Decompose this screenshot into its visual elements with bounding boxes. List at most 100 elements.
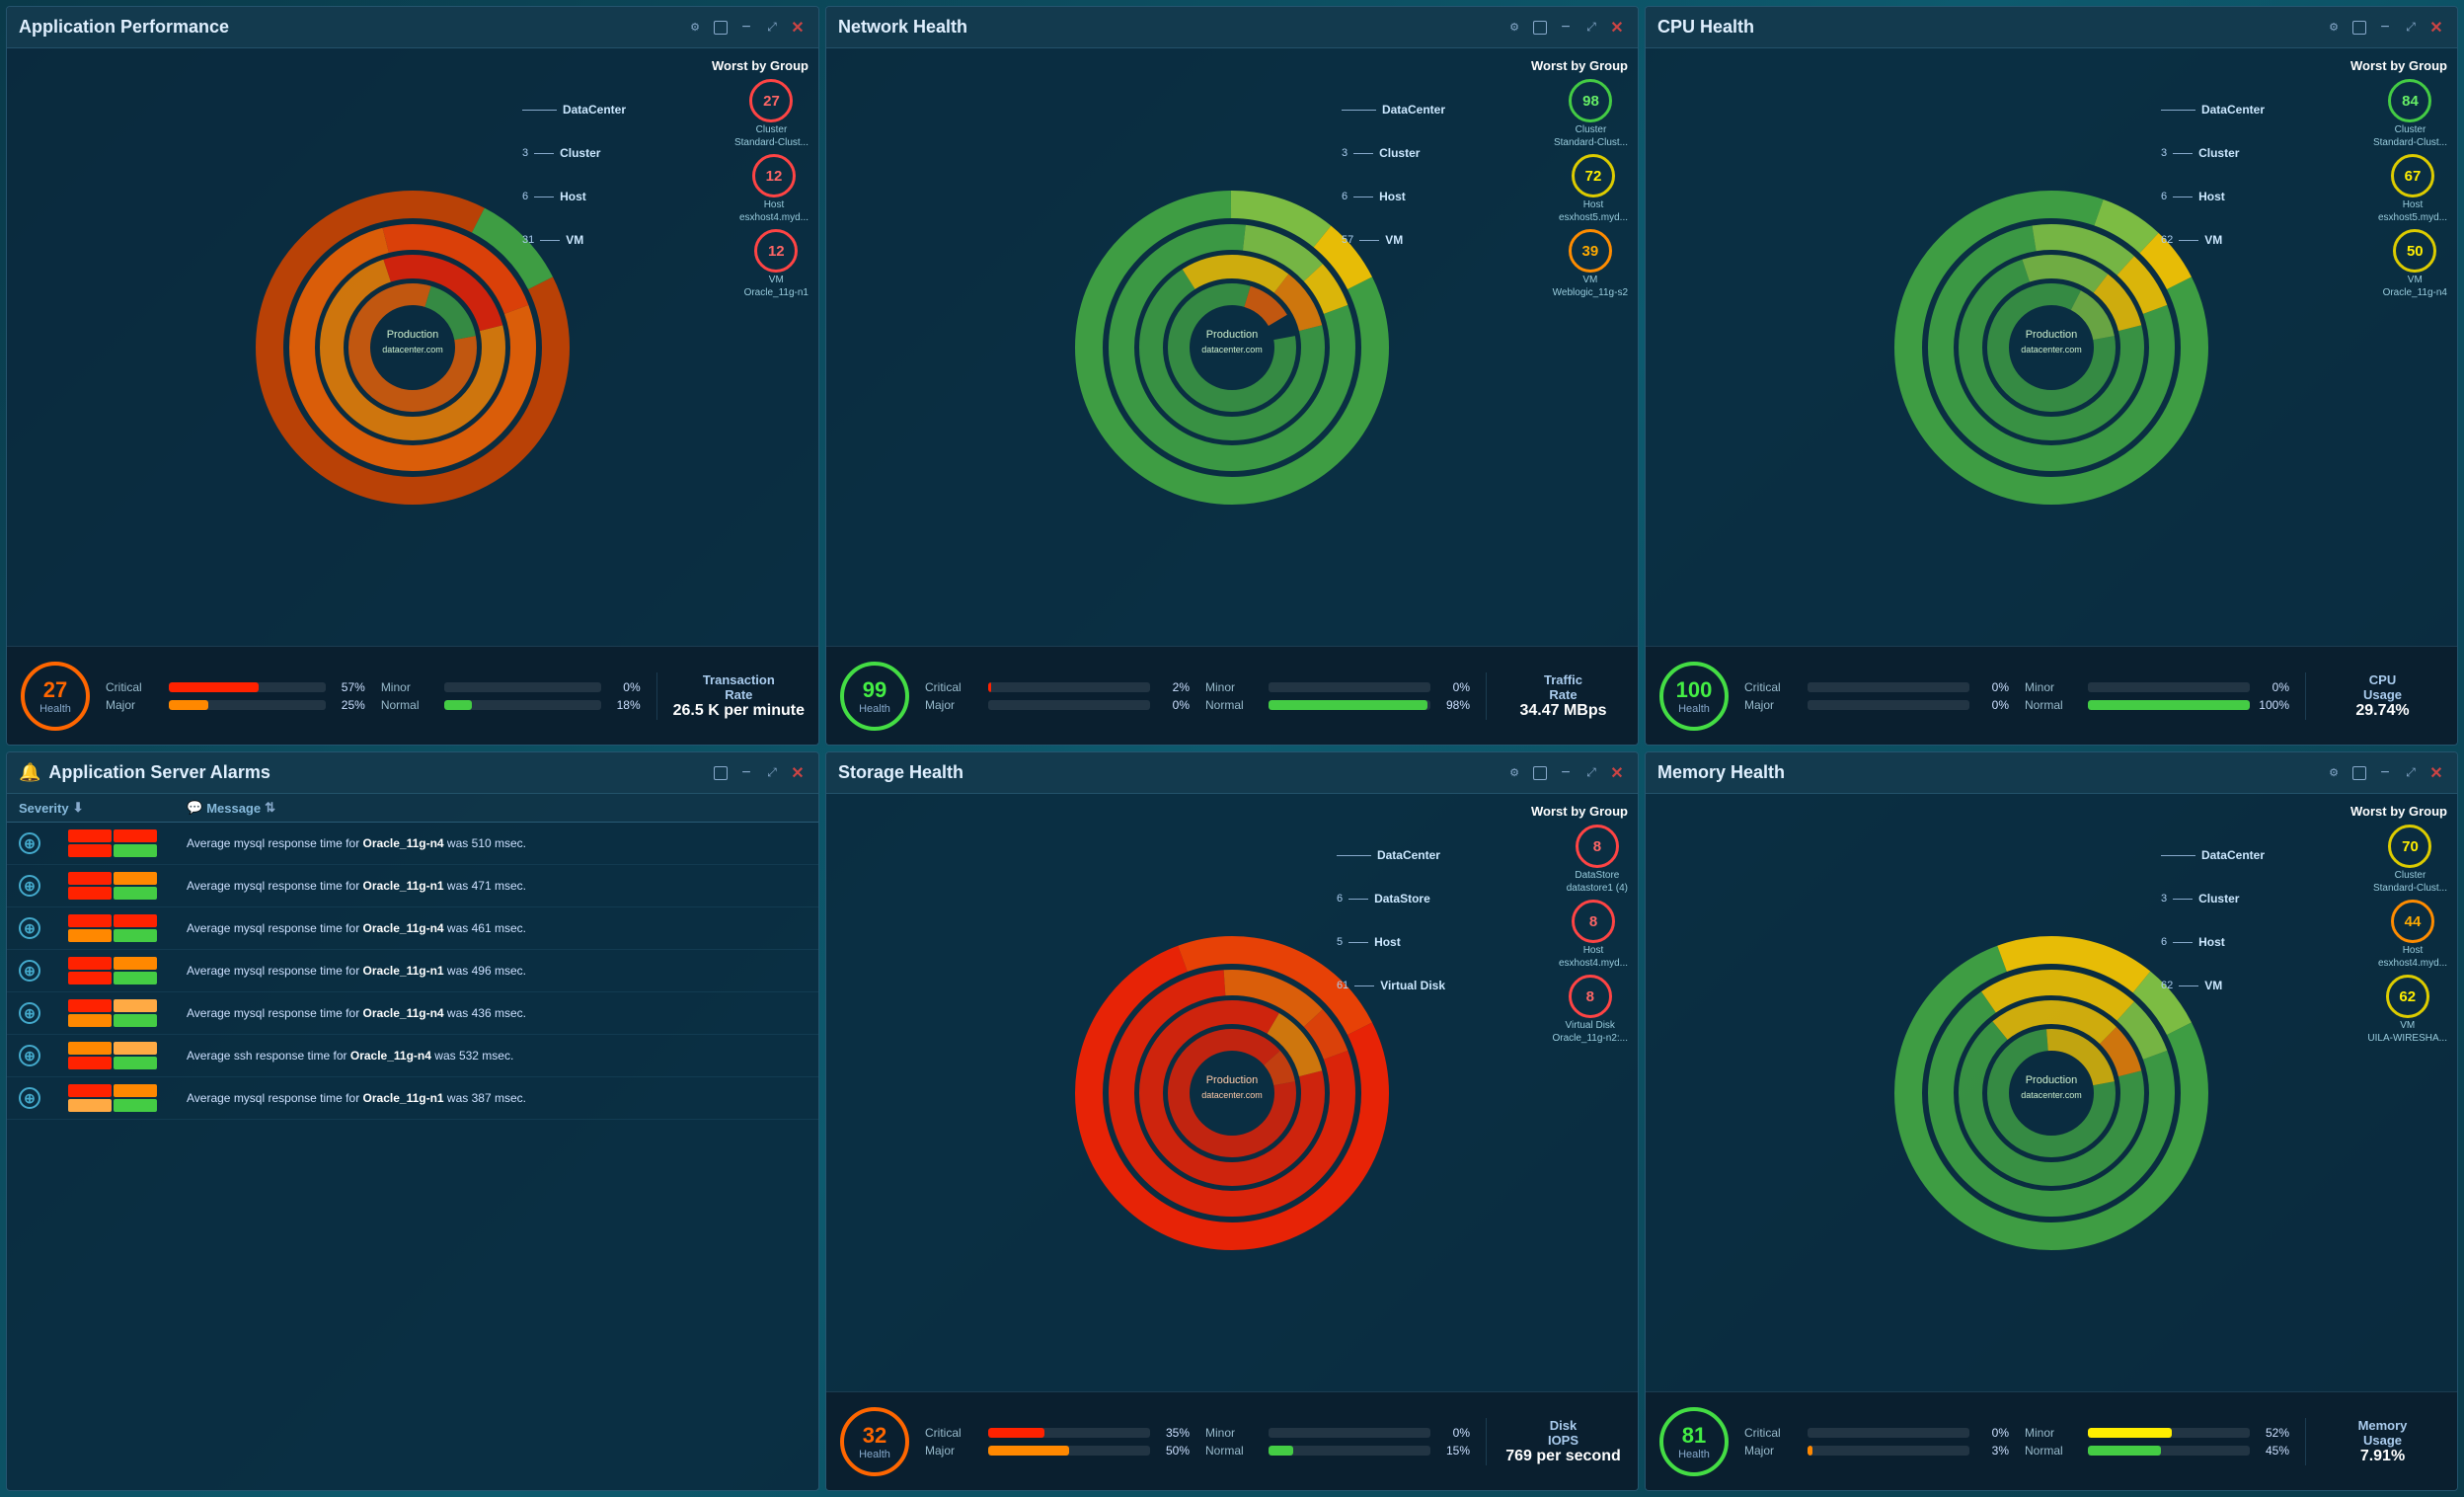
- cpu-minimize-icon[interactable]: −: [2376, 19, 2394, 37]
- wbg-net-host: 72 Host esxhost5.myd...: [1559, 154, 1628, 223]
- stor-sev-minor-pct: 0%: [1436, 1426, 1470, 1440]
- sev-cell-7-a: [68, 1084, 112, 1097]
- storage-expand-icon[interactable]: ⤢: [1582, 764, 1600, 782]
- cpu-sev-major-bg: [1808, 700, 1969, 710]
- cpu-metric-label: CPUUsage: [2363, 672, 2402, 702]
- square-icon[interactable]: [712, 19, 730, 37]
- cpu-gear-icon[interactable]: ⚙: [2325, 19, 2343, 37]
- wbg-mem-cluster-name: Standard-Clust...: [2373, 883, 2447, 894]
- wbg-stor-vd-badge: 8: [1569, 975, 1612, 1018]
- cpu-hier-cluster-label: Cluster: [2198, 146, 2239, 160]
- minimize-icon[interactable]: −: [737, 19, 755, 37]
- wbg-mem-host-type: Host: [2403, 945, 2424, 956]
- cpu-sev-critical-pct: 0%: [1975, 680, 2009, 694]
- sev-cell-5-a: [68, 999, 112, 1012]
- cpu-health-circle: 100 Health: [1659, 662, 1729, 731]
- alarm-icon-5: ⊕: [19, 1002, 40, 1024]
- wbg-stor-host-type: Host: [1583, 945, 1604, 956]
- wbg-cluster-sublabel: Cluster: [756, 124, 788, 135]
- memory-gear-icon[interactable]: ⚙: [2325, 764, 2343, 782]
- gear-icon[interactable]: ⚙: [686, 19, 704, 37]
- sev-cell-3-b: [114, 914, 157, 927]
- cpu-sev-normal-fill: [2088, 700, 2250, 710]
- alarms-header: 🔔 Application Server Alarms − ⤢ ✕: [7, 752, 818, 794]
- storage-minimize-icon[interactable]: −: [1557, 764, 1575, 782]
- stor-sev-minor-label: Minor: [1205, 1426, 1263, 1440]
- sev-cell-1-critical: [68, 829, 112, 842]
- hier-datacenter: DataCenter: [522, 103, 626, 117]
- storage-close-icon[interactable]: ✕: [1608, 764, 1626, 782]
- wbg-mem-vm: 62 VM UILA-WIRESHA...: [2367, 975, 2447, 1044]
- close-icon[interactable]: ✕: [789, 19, 807, 37]
- net-hier-dc-label: DataCenter: [1382, 103, 1445, 117]
- storage-panel-controls: ⚙ − ⤢ ✕: [1505, 764, 1626, 782]
- net-hier-vm-label: VM: [1385, 233, 1403, 247]
- mem-hier-vm-num: 62: [2161, 980, 2173, 991]
- sev-normal-row: Normal 18%: [381, 698, 641, 712]
- storage-gear-icon[interactable]: ⚙: [1505, 764, 1523, 782]
- cpu-expand-icon[interactable]: ⤢: [2402, 19, 2420, 37]
- mem-metric-box: MemoryUsage 7.91%: [2305, 1418, 2443, 1465]
- wbg-cpu-cluster-type: Cluster: [2395, 124, 2426, 135]
- wbg-vm-sublabel: VM: [769, 275, 784, 285]
- hier-cluster-label: Cluster: [560, 146, 600, 160]
- alarm-message-5: Average mysql response time for Oracle_1…: [187, 1005, 777, 1022]
- storage-health-title: Storage Health: [838, 762, 963, 783]
- memory-expand-icon[interactable]: ⤢: [2402, 764, 2420, 782]
- alarm-icon-1: ⊕: [19, 832, 40, 854]
- network-gear-icon[interactable]: ⚙: [1505, 19, 1523, 37]
- net-sev-normal-pct: 98%: [1436, 698, 1470, 712]
- hier-host-num: 6: [522, 191, 528, 202]
- stor-hier-dc: DataCenter: [1337, 848, 1445, 862]
- cpu-square-icon[interactable]: [2350, 19, 2368, 37]
- svg-text:datacenter.com: datacenter.com: [2021, 345, 2082, 355]
- wbg-net-vm-name: Weblogic_11g-s2: [1553, 287, 1628, 298]
- col-message-sort[interactable]: ⇅: [265, 800, 275, 816]
- wbg-cluster-badge: 27: [749, 79, 793, 122]
- storage-square-icon[interactable]: [1531, 764, 1549, 782]
- cpu-health-body: Production datacenter.com DataCenter 3 C…: [1646, 48, 2457, 646]
- network-close-icon[interactable]: ✕: [1608, 19, 1626, 37]
- net-sev-minor-pct: 0%: [1436, 680, 1470, 694]
- memory-close-icon[interactable]: ✕: [2427, 764, 2445, 782]
- alarm-row-1: ⊕ Average mysql response time for Oracle…: [7, 823, 818, 865]
- wbg-mem-cluster-badge: 70: [2388, 825, 2431, 868]
- sev-cell-3-a: [68, 914, 112, 927]
- wbg-cpu-cluster-badge: 84: [2388, 79, 2431, 122]
- network-minimize-icon[interactable]: −: [1557, 19, 1575, 37]
- expand-icon[interactable]: ⤢: [763, 19, 781, 37]
- wbg-net-host-name: esxhost5.myd...: [1559, 212, 1628, 223]
- wbg-net-cluster-type: Cluster: [1576, 124, 1607, 135]
- wbg-cpu-cluster: 84 Cluster Standard-Clust...: [2373, 79, 2447, 148]
- stor-sev-normal: Normal 15%: [1205, 1444, 1470, 1458]
- network-square-icon[interactable]: [1531, 19, 1549, 37]
- alarms-square-icon[interactable]: [712, 764, 730, 782]
- cpu-hierarchy-labels: DataCenter 3 Cluster 6 Host 62 VM: [2161, 103, 2265, 247]
- stor-sev-minor-bg: [1269, 1428, 1430, 1438]
- alarms-close-icon[interactable]: ✕: [789, 764, 807, 782]
- network-expand-icon[interactable]: ⤢: [1582, 19, 1600, 37]
- cpu-close-icon[interactable]: ✕: [2427, 19, 2445, 37]
- sev-cell-7-d: [114, 1099, 157, 1112]
- cpu-sev-minor-label: Minor: [2025, 680, 2082, 694]
- cpu-hier-cluster: 3 Cluster: [2161, 146, 2265, 160]
- storage-bottom: 32 Health Critical 35% Minor 0% Major 50…: [826, 1391, 1638, 1490]
- alarm-row-6: ⊕ Average ssh response time for Oracle_1…: [7, 1035, 818, 1077]
- alarms-minimize-icon[interactable]: −: [737, 764, 755, 782]
- sev-major-row: Major 25%: [106, 698, 365, 712]
- svg-text:Production: Production: [1206, 1074, 1259, 1086]
- network-bottom: 99 Health Critical 2% Minor 0% Major 0% …: [826, 646, 1638, 745]
- memory-square-icon[interactable]: [2350, 764, 2368, 782]
- svg-text:Production: Production: [387, 329, 439, 341]
- wbg-vm-badge: 12: [754, 229, 798, 273]
- alarms-expand-icon[interactable]: ⤢: [763, 764, 781, 782]
- memory-minimize-icon[interactable]: −: [2376, 764, 2394, 782]
- mem-hier-dc: DataCenter: [2161, 848, 2265, 862]
- app-metric-box: TransactionRate 26.5 K per minute: [656, 672, 805, 720]
- wbg-cluster-name: Standard-Clust...: [734, 137, 808, 148]
- alarm-row-5: ⊕ Average mysql response time for Oracle…: [7, 992, 818, 1035]
- col-header-message: 💬 Message ⇅: [187, 800, 777, 816]
- app-health-value: 27: [43, 677, 67, 703]
- stor-sev-critical: Critical 35%: [925, 1426, 1190, 1440]
- stor-metric-label: DiskIOPS: [1548, 1418, 1578, 1448]
